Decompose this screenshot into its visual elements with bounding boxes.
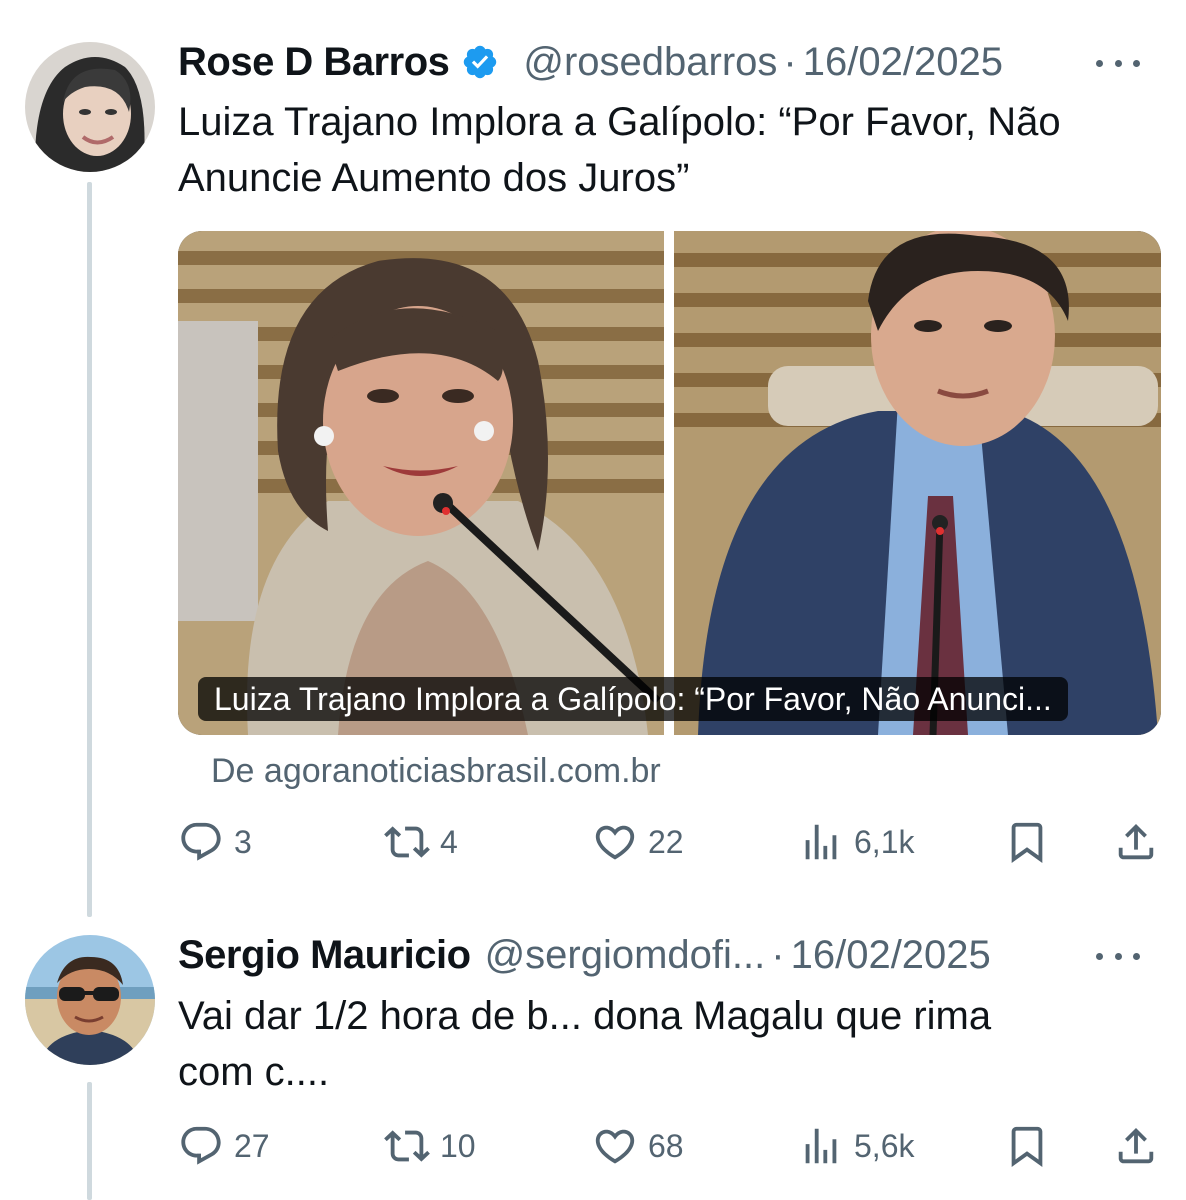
thread-line: [87, 182, 92, 917]
tweet-header: Rose D Barros @rosedbarros · 16/02/2025: [178, 38, 1003, 86]
retweet-count: 4: [440, 823, 458, 860]
retweet-icon: [384, 826, 430, 858]
share-icon: [1118, 823, 1154, 860]
bookmark-button[interactable]: [1004, 1121, 1050, 1171]
link-card-title[interactable]: Luiza Trajano Implora a Galípolo: “Por F…: [198, 677, 1068, 721]
reply-icon: [181, 822, 221, 861]
retweet-button[interactable]: 10: [384, 1121, 476, 1171]
views-icon: [805, 1128, 837, 1164]
tweet-header: Sergio Mauricio @sergiomdofi... · 16/02/…: [178, 931, 991, 979]
heart-icon: [595, 1129, 635, 1164]
tweet-text: Vai dar 1/2 hora de b... dona Magalu que…: [178, 994, 992, 1094]
like-button[interactable]: 22: [592, 817, 684, 867]
tweet-actions: 3 4 22 6,1k: [178, 817, 1161, 867]
more-options-icon[interactable]: [1096, 53, 1140, 73]
reply-button[interactable]: 3: [178, 817, 252, 867]
avatar[interactable]: [25, 42, 155, 172]
views-button[interactable]: 6,1k: [798, 817, 914, 867]
thread-line: [87, 1082, 92, 1200]
share-icon: [1118, 1127, 1154, 1164]
share-button[interactable]: [1113, 817, 1159, 867]
retweet-count: 10: [440, 1127, 476, 1164]
author-handle[interactable]: @rosedbarros: [523, 38, 777, 86]
link-card-image[interactable]: Luiza Trajano Implora a Galípolo: “Por F…: [178, 231, 1161, 735]
like-count: 68: [648, 1127, 684, 1164]
separator: ·: [783, 40, 797, 84]
share-button[interactable]: [1113, 1121, 1159, 1171]
reply-icon: [181, 1126, 221, 1165]
tweet-date[interactable]: 16/02/2025: [803, 38, 1003, 86]
views-button[interactable]: 5,6k: [798, 1121, 914, 1171]
tweet-actions: 27 10 68 5,6k: [178, 1121, 1161, 1171]
link-card-source[interactable]: De agoranoticiasbrasil.com.br: [211, 752, 661, 791]
views-count: 5,6k: [854, 1127, 915, 1164]
reply-button[interactable]: 27: [178, 1121, 270, 1171]
retweet-button[interactable]: 4: [384, 817, 458, 867]
retweet-icon: [384, 1130, 430, 1162]
avatar[interactable]: [25, 935, 155, 1065]
like-count: 22: [648, 823, 684, 860]
tweet-text: Luiza Trajano Implora a Galípolo: “Por F…: [178, 100, 1061, 200]
author-handle[interactable]: @sergiomdofi...: [485, 931, 766, 979]
bookmark-button[interactable]: [1004, 817, 1050, 867]
tweet-date[interactable]: 16/02/2025: [791, 931, 991, 979]
views-count: 6,1k: [854, 823, 915, 860]
bookmark-icon: [1011, 1126, 1043, 1167]
separator: ·: [771, 933, 785, 977]
author-name[interactable]: Rose D Barros: [178, 38, 450, 86]
more-options-icon[interactable]: [1096, 946, 1140, 966]
bookmark-icon: [1011, 822, 1043, 863]
reply-count: 27: [234, 1127, 270, 1164]
reply-count: 3: [234, 823, 252, 860]
views-icon: [805, 824, 837, 860]
author-name[interactable]: Sergio Mauricio: [178, 931, 471, 979]
heart-icon: [595, 825, 635, 860]
like-button[interactable]: 68: [592, 1121, 684, 1171]
verified-badge-icon: [461, 43, 499, 81]
